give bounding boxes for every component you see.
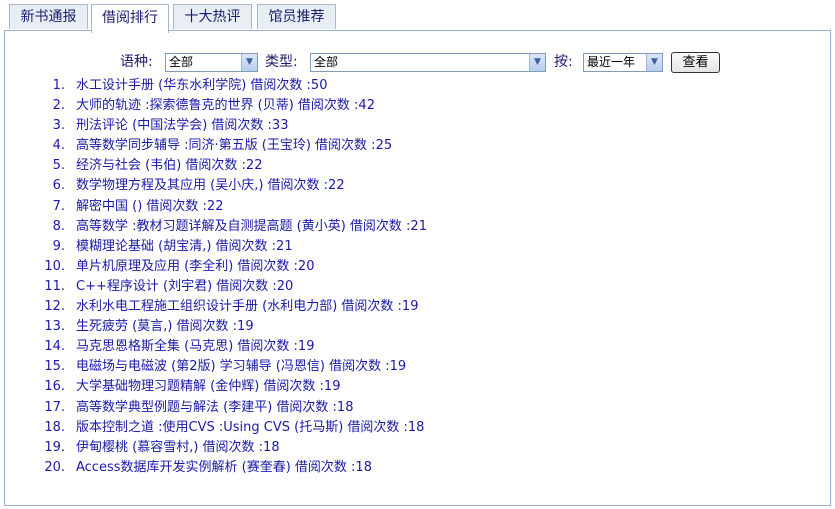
list-item: 8. 高等数学 :教材习题详解及自测提高题 (黄小英) 借阅次数 :21 (5, 217, 832, 237)
ranking-panel: 语种: 全部 ▼ 类型: 全部 ▼ 按: 最近一年 ▼ 查看 1. 水工设计手册 … (4, 30, 831, 506)
tab-librarian-picks[interactable]: 馆员推荐 (257, 4, 336, 29)
list-item: 16. 大学基础物理习题精解 (金仲辉) 借阅次数 :19 (5, 377, 832, 397)
book-entry-link[interactable]: Access数据库开发实例解析 (赛奎春) 借阅次数 :18 (76, 458, 372, 478)
rank-number: 20. (44, 459, 65, 475)
tab-top-reviews[interactable]: 十大热评 (173, 4, 252, 29)
list-item: 14. 马克思恩格斯全集 (马克思) 借阅次数 :19 (5, 337, 832, 357)
list-item: 4. 高等数学同步辅导 :同济·第五版 (王宝玲) 借阅次数 :25 (5, 136, 832, 156)
book-entry-link[interactable]: 刑法评论 (中国法学会) 借阅次数 :33 (76, 116, 288, 136)
rank-number: 19. (44, 439, 65, 455)
rank-number: 4. (52, 138, 65, 154)
rank-number: 8. (52, 218, 65, 234)
book-entry-link[interactable]: 单片机原理及应用 (李全利) 借阅次数 :20 (76, 257, 314, 277)
rank-number: 9. (52, 238, 65, 254)
rank-number: 18. (44, 419, 65, 435)
chevron-down-icon: ▼ (241, 54, 257, 71)
rank-number: 3. (52, 118, 65, 134)
rank-number: 5. (52, 158, 65, 174)
language-label: 语种: (120, 54, 153, 70)
book-entry-link[interactable]: 解密中国 () 借阅次数 :22 (76, 197, 223, 217)
rank-number: 2. (52, 98, 65, 114)
book-entry-link[interactable]: C++程序设计 (刘宇君) 借阅次数 :20 (76, 277, 293, 297)
book-entry-link[interactable]: 生死疲劳 (莫言,) 借阅次数 :19 (76, 317, 254, 337)
period-select[interactable]: 最近一年 ▼ (583, 53, 663, 72)
list-item: 15. 电磁场与电磁波 (第2版) 学习辅导 (冯恩信) 借阅次数 :19 (5, 357, 832, 377)
list-item: 6. 数学物理方程及其应用 (吴小庆,) 借阅次数 :22 (5, 176, 832, 196)
rank-number: 7. (52, 198, 65, 214)
list-item: 3. 刑法评论 (中国法学会) 借阅次数 :33 (5, 116, 832, 136)
language-select[interactable]: 全部 ▼ (165, 53, 258, 72)
list-item: 17. 高等数学典型例题与解法 (李建平) 借阅次数 :18 (5, 398, 832, 418)
book-entry-link[interactable]: 水工设计手册 (华东水利学院) 借阅次数 :50 (76, 76, 327, 96)
rank-number: 10. (44, 258, 65, 274)
type-label: 类型: (265, 54, 298, 70)
language-select-value: 全部 (169, 55, 194, 69)
list-item: 5. 经济与社会 (韦伯) 借阅次数 :22 (5, 156, 832, 176)
rank-number: 12. (44, 299, 65, 315)
list-item: 13. 生死疲劳 (莫言,) 借阅次数 :19 (5, 317, 832, 337)
book-entry-link[interactable]: 水利水电工程施工组织设计手册 (水利电力部) 借阅次数 :19 (76, 297, 418, 317)
tab-borrow-ranking[interactable]: 借阅排行 (91, 4, 169, 33)
chevron-down-icon: ▼ (529, 54, 545, 71)
list-item: 18. 版本控制之道 :使用CVS :Using CVS (托马斯) 借阅次数 :… (5, 418, 832, 438)
rank-number: 1. (52, 78, 65, 93)
list-item: 9. 模糊理论基础 (胡宝清,) 借阅次数 :21 (5, 237, 832, 257)
view-button[interactable]: 查看 (671, 52, 720, 73)
list-item: 20. Access数据库开发实例解析 (赛奎春) 借阅次数 :18 (5, 458, 832, 478)
list-item: 11. C++程序设计 (刘宇君) 借阅次数 :20 (5, 277, 832, 297)
rank-number: 15. (44, 359, 65, 375)
list-item: 1. 水工设计手册 (华东水利学院) 借阅次数 :50 (5, 76, 832, 96)
book-entry-link[interactable]: 伊甸樱桃 (慕容雪村,) 借阅次数 :18 (76, 438, 280, 458)
ranking-list: 1. 水工设计手册 (华东水利学院) 借阅次数 :50 2. 大师的轨迹 :探索德鲁… (5, 76, 832, 478)
rank-number: 13. (44, 319, 65, 335)
book-entry-link[interactable]: 高等数学典型例题与解法 (李建平) 借阅次数 :18 (76, 398, 353, 418)
list-item: 19. 伊甸樱桃 (慕容雪村,) 借阅次数 :18 (5, 438, 832, 458)
book-entry-link[interactable]: 模糊理论基础 (胡宝清,) 借阅次数 :21 (76, 237, 293, 257)
book-entry-link[interactable]: 大学基础物理习题精解 (金仲辉) 借阅次数 :19 (76, 377, 340, 397)
book-entry-link[interactable]: 数学物理方程及其应用 (吴小庆,) 借阅次数 :22 (76, 176, 345, 196)
rank-number: 11. (44, 278, 65, 294)
book-entry-link[interactable]: 高等数学同步辅导 :同济·第五版 (王宝玲) 借阅次数 :25 (76, 136, 392, 156)
rank-number: 17. (44, 399, 65, 415)
by-label: 按: (554, 54, 573, 70)
type-select-value: 全部 (314, 55, 339, 69)
list-item: 12. 水利水电工程施工组织设计手册 (水利电力部) 借阅次数 :19 (5, 297, 832, 317)
chevron-down-icon: ▼ (646, 54, 662, 71)
list-item: 7. 解密中国 () 借阅次数 :22 (5, 197, 832, 217)
book-entry-link[interactable]: 高等数学 :教材习题详解及自测提高题 (黄小英) 借阅次数 :21 (76, 217, 427, 237)
period-select-value: 最近一年 (587, 55, 636, 69)
book-entry-link[interactable]: 电磁场与电磁波 (第2版) 学习辅导 (冯恩信) 借阅次数 :19 (76, 357, 406, 377)
book-entry-link[interactable]: 马克思恩格斯全集 (马克思) 借阅次数 :19 (76, 337, 314, 357)
book-entry-link[interactable]: 版本控制之道 :使用CVS :Using CVS (托马斯) 借阅次数 :18 (76, 418, 424, 438)
rank-number: 14. (44, 339, 65, 355)
rank-number: 16. (44, 379, 65, 395)
book-entry-link[interactable]: 大师的轨迹 :探索德鲁克的世界 (贝蒂) 借阅次数 :42 (76, 96, 375, 116)
rank-number: 6. (52, 178, 65, 194)
type-select[interactable]: 全部 ▼ (310, 53, 546, 72)
tab-new-books[interactable]: 新书通报 (9, 4, 88, 29)
list-item: 2. 大师的轨迹 :探索德鲁克的世界 (贝蒂) 借阅次数 :42 (5, 96, 832, 116)
list-item: 10. 单片机原理及应用 (李全利) 借阅次数 :20 (5, 257, 832, 277)
book-entry-link[interactable]: 经济与社会 (韦伯) 借阅次数 :22 (76, 156, 262, 176)
